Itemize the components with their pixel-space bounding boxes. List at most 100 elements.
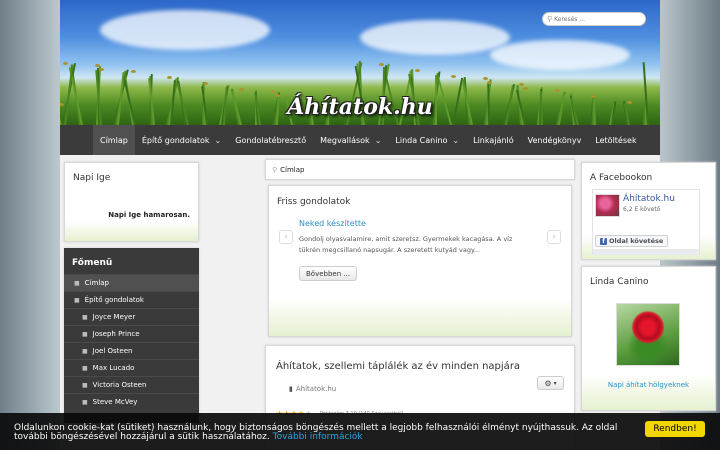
- menu-item-joseph-prince[interactable]: ■ Joseph Prince: [64, 325, 199, 342]
- seed-head: [167, 76, 172, 79]
- header-banner: Áhítatok.hu ⚲: [60, 0, 660, 125]
- cloud-decoration: [100, 10, 270, 50]
- menu-item-joyce-meyer[interactable]: ■ Joyce Meyer: [64, 308, 199, 325]
- nav-item-label: Linda Canino: [395, 135, 448, 145]
- seed-head: [131, 70, 136, 73]
- menu-item-cimlap[interactable]: ■ Címlap: [64, 274, 199, 291]
- seed-head: [379, 63, 384, 66]
- breadcrumb-current: Címlap: [280, 165, 305, 174]
- seed-head: [271, 90, 276, 93]
- search-icon: ⚲: [547, 15, 553, 23]
- panel-title: A Facebookon: [590, 173, 653, 183]
- nav-item-vendegkonyv[interactable]: Vendégkönyv: [521, 125, 589, 155]
- nav-item-label: Gondolatébresztő: [235, 135, 307, 145]
- square-bullet-icon: ■: [82, 330, 88, 338]
- chevron-left-icon[interactable]: ‹: [279, 230, 293, 244]
- search-box[interactable]: ⚲: [542, 12, 646, 26]
- cookie-bar: Oldalunkon cookie-kat (sütiket) használu…: [0, 413, 720, 450]
- chevron-down-icon: ⌄: [374, 135, 382, 145]
- seed-head: [99, 68, 104, 71]
- facebook-follow-button[interactable]: f Oldal követése: [595, 235, 669, 247]
- menu-item-label: Max Lucado: [92, 364, 135, 372]
- menu-item-label: Joyce Meyer: [92, 313, 136, 321]
- nav-item-megvallasok[interactable]: Megvallások ⌄: [313, 125, 388, 155]
- seed-head: [519, 83, 524, 86]
- square-bullet-icon: ■: [74, 296, 80, 304]
- facebook-panel: A Facebookon Áhítatok.hu 6,2 E követő fO…: [581, 162, 716, 260]
- friss-item-title[interactable]: Neked készítette: [299, 219, 366, 228]
- nav-item-linda-canino[interactable]: Linda Canino ⌄: [388, 125, 466, 155]
- read-more-button[interactable]: Bővebben ...: [299, 266, 358, 281]
- seed-head: [415, 69, 420, 72]
- seed-head: [555, 89, 560, 92]
- menu-item-label: Steve McVey: [92, 398, 138, 406]
- menu-item-label: Építő gondolatok: [84, 296, 144, 304]
- facebook-widget-footer: [593, 249, 699, 255]
- square-bullet-icon: ■: [82, 364, 88, 372]
- follow-label: Oldal követése: [609, 237, 664, 245]
- seed-head: [451, 75, 456, 78]
- seed-head: [63, 62, 68, 65]
- nav-item-epito-gondolatok[interactable]: Építő gondolatok ⌄: [135, 125, 228, 155]
- panel-title: Napi Ige: [73, 173, 111, 183]
- nav-item-label: Építő gondolatok: [141, 135, 210, 145]
- nav-item-label: Linkajánló: [473, 135, 514, 145]
- seed-head: [523, 87, 528, 90]
- menu-item-label: Joseph Prince: [92, 330, 140, 338]
- square-bullet-icon: ■: [82, 313, 88, 321]
- article-title: Áhítatok, szellemi táplálék az év minden…: [276, 361, 521, 372]
- cookie-more-info-link[interactable]: További információk: [273, 432, 363, 442]
- nav-item-linkajanlo[interactable]: Linkajánló: [466, 125, 520, 155]
- menu-item-label: Joel Osteen: [92, 347, 133, 355]
- fomenu-list: ■ Címlap ■ Építő gondolatok ■ Joyce Meyer ■…: [64, 274, 199, 410]
- nav-item-gondolatebreszto[interactable]: Gondolatébresztő: [228, 125, 313, 155]
- chevron-down-icon: ⌄: [452, 135, 460, 145]
- menu-item-epito-gondolatok[interactable]: ■ Építő gondolatok: [64, 291, 199, 308]
- cookie-accept-button[interactable]: Rendben!: [645, 421, 705, 437]
- panel-title: Főmenü: [72, 258, 113, 268]
- nav-item-label: Címlap: [100, 135, 128, 145]
- seed-head: [95, 64, 100, 67]
- panel-title: Friss gondolatok: [277, 197, 351, 207]
- seed-head: [483, 77, 488, 80]
- page-container: Áhítatok.hu ⚲ Címlap Építő gondolatok ⌄ G…: [60, 0, 716, 450]
- search-input[interactable]: [554, 15, 635, 23]
- square-bullet-icon: ■: [74, 279, 80, 287]
- menu-item-victoria-osteen[interactable]: ■ Victoria Osteen: [64, 376, 199, 393]
- chevron-down-icon: ▾: [553, 379, 557, 387]
- seed-head: [239, 88, 244, 91]
- linda-canino-panel: Linda Canino Napi áhítat hölgyeknek: [581, 266, 716, 411]
- facebook-page-name[interactable]: Áhítatok.hu: [623, 194, 675, 204]
- site-logo[interactable]: Áhítatok.hu: [60, 94, 660, 120]
- menu-item-steve-mcvey[interactable]: ■ Steve McVey: [64, 393, 199, 410]
- napi-ige-text: Napi Ige hamarosan.: [108, 211, 190, 219]
- nav-item-label: Letöltések: [595, 135, 637, 145]
- facebook-page-widget: Áhítatok.hu 6,2 E követő f Oldal követése: [592, 189, 700, 255]
- book-icon: ▮: [289, 385, 293, 393]
- article-author-name: Áhítatok.hu: [295, 385, 337, 393]
- cloud-decoration: [490, 40, 630, 70]
- seed-head: [203, 82, 208, 85]
- facebook-page-thumbnail[interactable]: [595, 194, 620, 217]
- menu-item-label: Victoria Osteen: [92, 381, 147, 389]
- chevron-right-icon[interactable]: ›: [547, 230, 561, 244]
- rose-image[interactable]: [616, 303, 680, 366]
- nav-item-cimlap[interactable]: Címlap: [93, 125, 135, 155]
- menu-item-joel-osteen[interactable]: ■ Joel Osteen: [64, 342, 199, 359]
- breadcrumb: ⚲ Címlap: [265, 159, 575, 180]
- facebook-followers: 6,2 E követő: [623, 206, 661, 213]
- linda-caption-link[interactable]: Napi áhítat hölgyeknek: [582, 381, 715, 389]
- square-bullet-icon: ■: [82, 381, 88, 389]
- nav-item-letoltesek[interactable]: Letöltések: [588, 125, 643, 155]
- seed-head: [487, 81, 492, 84]
- facebook-icon: f: [600, 237, 607, 245]
- menu-item-label: Címlap: [84, 279, 110, 287]
- article-tools-button[interactable]: ⚙ ▾: [537, 376, 564, 390]
- cookie-text: Oldalunkon cookie-kat (sütiket) használu…: [14, 424, 634, 442]
- square-bullet-icon: ■: [82, 347, 88, 355]
- location-pin-icon: ⚲: [272, 165, 278, 174]
- menu-item-max-lucado[interactable]: ■ Max Lucado: [64, 359, 199, 376]
- nav-item-label: Vendégkönyv: [527, 135, 582, 145]
- nav-item-label: Megvallások: [320, 135, 370, 145]
- main-nav: Címlap Építő gondolatok ⌄ Gondolatébreszt…: [60, 125, 660, 155]
